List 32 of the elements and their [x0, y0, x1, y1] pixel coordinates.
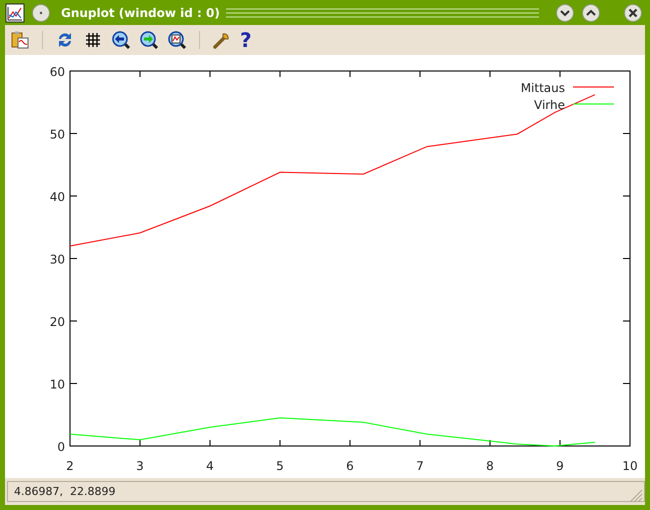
chart-icon[interactable]: [5, 2, 25, 22]
x-tick-label: 6: [346, 459, 354, 473]
x-tick-label: 7: [416, 459, 424, 473]
y-tick-label: 50: [50, 128, 65, 142]
x-tick-label: 2: [66, 459, 74, 473]
maximize-icon[interactable]: [581, 2, 601, 22]
zoom-forward-icon[interactable]: [139, 30, 159, 50]
help-button[interactable]: ?: [240, 30, 252, 50]
legend-label: Virhe: [534, 98, 565, 112]
close-icon[interactable]: [623, 2, 643, 22]
y-tick-label: 20: [50, 315, 65, 329]
x-tick-label: 9: [556, 459, 564, 473]
y-tick-label: 10: [50, 378, 65, 392]
clipboard-icon[interactable]: [10, 30, 30, 50]
x-tick-label: 8: [486, 459, 494, 473]
y-tick-label: 40: [50, 190, 65, 204]
cursor-coordinates: 4.86987, 22.8899: [7, 481, 645, 502]
y-tick-label: 60: [50, 65, 65, 79]
resize-grip-icon[interactable]: [627, 486, 643, 502]
legend-line: [572, 86, 614, 88]
x-tick-label: 5: [276, 459, 284, 473]
y-tick-label: 0: [57, 440, 65, 454]
grid-icon[interactable]: [83, 30, 103, 50]
x-tick-label: 3: [136, 459, 144, 473]
x-tick-label: 4: [206, 459, 214, 473]
zoom-back-icon[interactable]: [111, 30, 131, 50]
x-tick-label: 10: [622, 459, 638, 473]
y-tick-label: 30: [50, 252, 65, 266]
minimize-icon[interactable]: [555, 2, 575, 22]
zoom-chart-icon[interactable]: [167, 30, 187, 50]
window-title: Gnuplot (window id : 0): [61, 6, 220, 20]
legend-label: Mittaus: [520, 81, 565, 95]
